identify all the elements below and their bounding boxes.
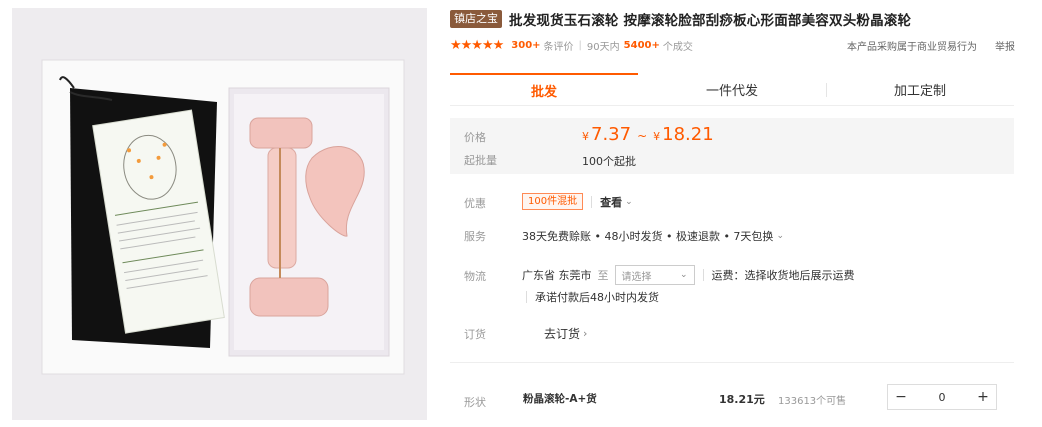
sold-count: 5400+ [623,39,660,51]
currency-symbol: ¥ [582,130,589,143]
quantity-value[interactable]: 0 [914,391,970,404]
go-order-text: 去订货 [544,327,581,341]
promotion-tag[interactable]: 100件混批 [522,193,584,210]
sold-label: 个成交 [662,41,693,53]
title-row: 镇店之宝 批发现货玉石滚轮 按摩滚轮脸部刮痧板心形面部美容双头粉晶滚轮 [450,9,1030,29]
quantity-stepper: − 0 + [887,384,997,410]
sku-price: 18.21元 [719,393,765,406]
product-image[interactable] [12,8,427,420]
purchase-mode-tabs: 批发 一件代发 加工定制 [450,73,1014,106]
service-label: 服务 [464,230,486,243]
shop-badge: 镇店之宝 [450,10,502,28]
logistics-row: 广东省 东莞市 至 请选择 ⌄ 运费：选择收货地后展示运费 [522,265,855,285]
review-label[interactable]: 条评价 [544,38,574,53]
service-row[interactable]: 38天免费赊账 • 48小时发货 • 极速退款 • 7天包换 ⌄ [522,228,784,244]
meta-row: ★★★★★ 300+ 条评价 | 90天内 5400+ 个成交 本产品采购属于商… [450,37,1015,53]
go-order-link[interactable]: 去订货 › [544,325,587,342]
price-range: ¥ 7.37 ~ ¥ 18.21 [582,124,714,145]
tab-custom[interactable]: 加工定制 [826,73,1014,106]
tab-dropship[interactable]: 一件代发 [638,73,826,106]
order-label: 订货 [464,328,486,341]
increment-button[interactable]: + [970,385,996,409]
sku-name: 粉晶滚轮-A+货 [523,393,597,405]
divider [591,195,593,208]
product-title: 批发现货玉石滚轮 按摩滚轮脸部刮痧板心形面部美容双头粉晶滚轮 [509,13,912,29]
origin-location: 广东省 东莞市 [522,269,592,282]
chevron-right-icon: › [583,327,588,340]
price-high: 18.21 [662,124,714,145]
sku-stock: 133613个可售 [778,396,847,407]
min-batch-label: 起批量 [464,154,497,167]
destination-placeholder: 请选择 [621,271,652,283]
section-divider [450,362,1014,363]
logistics-promise-row: 承诺付款后48小时内发货 [522,289,659,305]
price-separator: ~ [637,129,648,143]
meta-right: 本产品采购属于商业贸易行为 举报 [847,38,1015,53]
decrement-button[interactable]: − [888,385,914,409]
sku-label: 形状 [464,396,486,409]
report-link[interactable]: 举报 [995,38,1015,53]
divider [702,269,704,281]
business-note: 本产品采购属于商业贸易行为 [847,41,977,53]
tab-wholesale[interactable]: 批发 [450,73,638,106]
service-text: 38天免费赊账 • 48小时发货 • 极速退款 • 7天包换 [522,230,774,243]
price-label: 价格 [464,131,486,144]
shipping-promise: 承诺付款后48小时内发货 [535,291,659,304]
meta-divider: | [578,39,582,51]
chevron-down-icon[interactable]: ⌄ [776,231,784,241]
period-label: 90天内 [586,41,620,53]
to-label: 至 [597,269,609,282]
price-box: 价格 ¥ 7.37 ~ ¥ 18.21 起批量 100个起批 [450,118,1014,174]
destination-select[interactable]: 请选择 ⌄ [614,265,695,285]
freight-text: 运费：选择收货地后展示运费 [711,269,855,282]
rating-stars-icon: ★★★★★ [450,37,504,53]
divider [526,291,527,303]
promotion-label: 优惠 [464,197,486,210]
logistics-label: 物流 [464,270,486,283]
product-photo-illustration [12,8,427,420]
chevron-down-icon: ⌄ [679,270,688,280]
promotion-row: 100件混批 查看 ⌄ [522,193,633,210]
promotion-view-link[interactable]: 查看 [600,194,622,210]
currency-symbol-2: ¥ [653,130,661,143]
min-batch-value: 100个起批 [582,155,636,168]
review-count[interactable]: 300+ [511,40,540,51]
chevron-down-icon[interactable]: ⌄ [625,197,633,207]
price-low: 7.37 [591,124,632,145]
